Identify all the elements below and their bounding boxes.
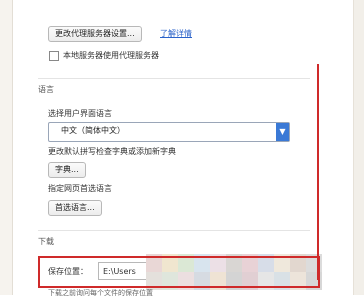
dictionary-description: 更改默认拼写检查字典或添加新字典 <box>48 147 176 156</box>
local-proxy-checkbox-label: 本地服务器使用代理服务器 <box>63 51 159 60</box>
left-panel-edge <box>0 0 13 295</box>
change-proxy-settings-button[interactable]: 更改代理服务器设置... <box>48 26 142 42</box>
section-divider <box>38 78 310 79</box>
preferred-language-label: 指定网页首选语言 <box>48 184 112 193</box>
preferred-language-button[interactable]: 首选语言... <box>48 200 102 216</box>
ui-language-value: 中文（简体中文） <box>61 126 125 135</box>
annotation-box <box>38 256 320 288</box>
local-proxy-checkbox[interactable] <box>49 51 59 61</box>
section-divider <box>38 230 310 231</box>
chevron-down-icon[interactable]: ▼ <box>276 123 289 141</box>
learn-more-link[interactable]: 了解详情 <box>160 28 192 39</box>
language-section-title: 语言 <box>38 85 54 94</box>
ask-save-location-option[interactable]: 下载之前询问每个文件的保存位置 <box>48 288 153 298</box>
dictionary-button[interactable]: 字典... <box>48 162 86 178</box>
annotation-line <box>317 64 319 280</box>
ui-language-select[interactable]: 中文（简体中文） ▼ <box>48 122 290 142</box>
download-section-title: 下载 <box>38 237 54 246</box>
ui-language-label: 选择用户界面语言 <box>48 109 112 118</box>
scrollbar[interactable] <box>353 0 364 295</box>
